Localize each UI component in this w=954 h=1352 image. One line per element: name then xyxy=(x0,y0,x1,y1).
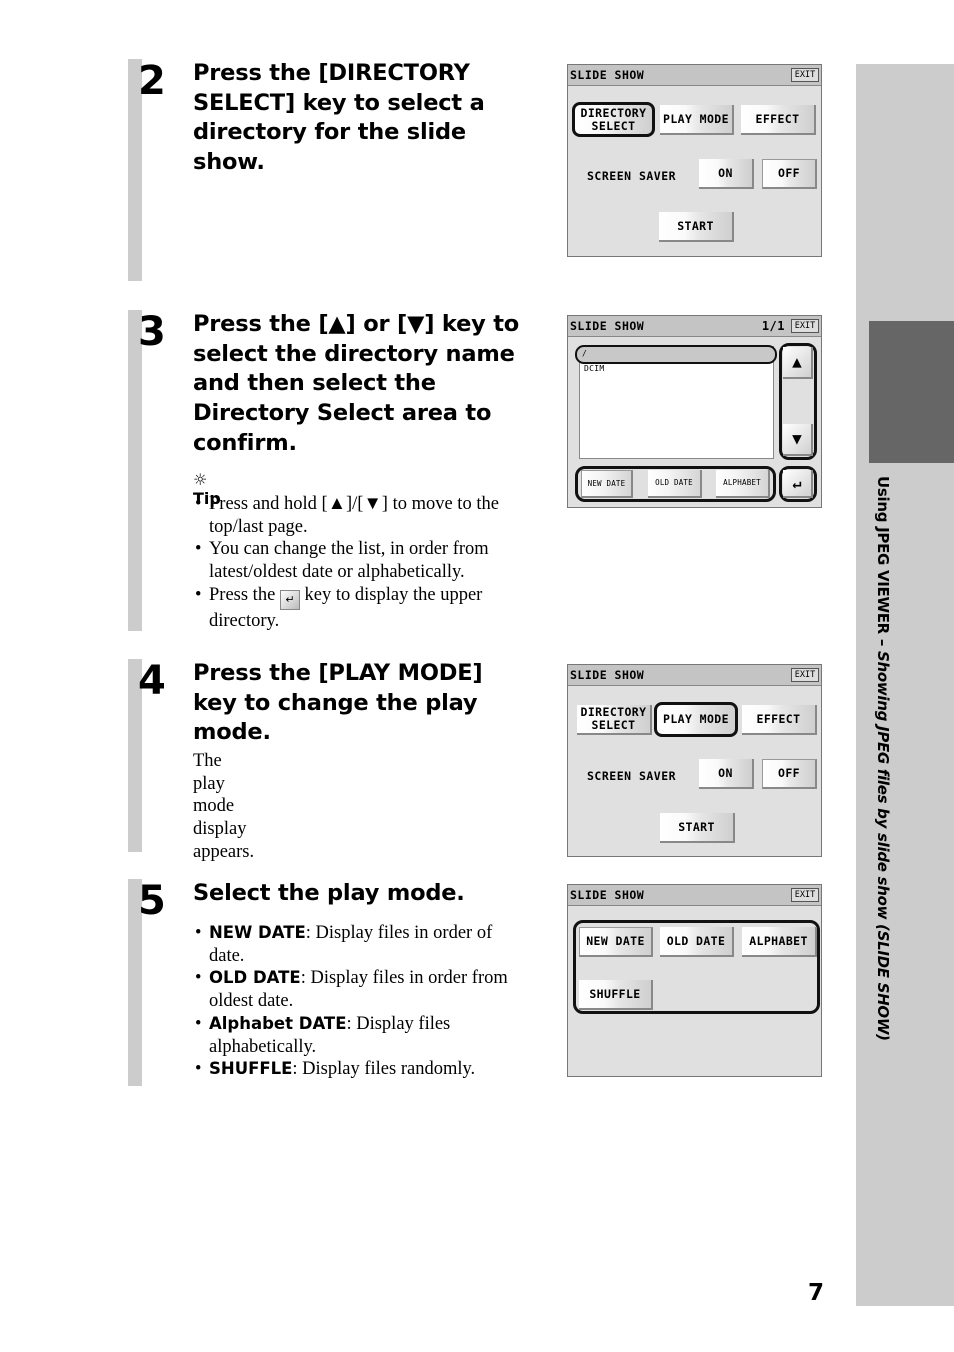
screen-saver-label: SCREEN SAVER xyxy=(587,769,677,783)
play-mode-button[interactable]: PLAY MODE xyxy=(654,702,738,737)
directory-row-dcim[interactable]: DCIM xyxy=(584,364,604,373)
running-header: Using JPEG VIEWER – Showing JPEG files b… xyxy=(868,476,892,1096)
play-mode-button[interactable]: PLAY MODE xyxy=(660,105,734,135)
step-number: 2 xyxy=(138,58,166,104)
step-number: 5 xyxy=(138,878,166,924)
tip-text: Press the xyxy=(209,584,280,605)
slide-show-screen-directory: SLIDE SHOW 1/1 EXIT DCIM / ▲ ▼ NEW DATE … xyxy=(567,315,822,508)
effect-button[interactable]: EFFECT xyxy=(741,105,816,135)
start-button[interactable]: START xyxy=(659,212,734,242)
directory-select-button[interactable]: DIRECTORY SELECT xyxy=(577,705,652,735)
old-date-button[interactable]: OLD DATE xyxy=(660,927,734,957)
alphabet-button[interactable]: ALPHABET xyxy=(742,927,817,957)
sort-alphabet-button[interactable]: ALPHABET xyxy=(716,470,770,498)
screen-saver-off-button[interactable]: OFF xyxy=(762,759,817,789)
page-number: 7 xyxy=(808,1280,825,1306)
step-number: 4 xyxy=(138,658,166,704)
play-mode-item: Alphabet DATE: Display files alphabetica… xyxy=(193,1013,523,1058)
term: Alphabet DATE xyxy=(209,1013,347,1033)
shuffle-button[interactable]: SHUFFLE xyxy=(579,980,653,1010)
upper-directory-button[interactable]: ↵ xyxy=(783,470,813,498)
slide-show-screen-play-mode-options: SLIDE SHOW EXIT NEW DATE OLD DATE ALPHAB… xyxy=(567,884,822,1077)
step-bar xyxy=(128,310,142,631)
step-title: Select the play mode. xyxy=(193,880,465,906)
tip-item: You can change the list, in order from l… xyxy=(193,538,523,583)
running-header-italic: Showing JPEG files by slide show (SLIDE … xyxy=(874,650,892,1041)
directory-select-button[interactable]: DIRECTORY SELECT xyxy=(572,102,655,137)
step-title: Press the [PLAY MODE] key to change the … xyxy=(193,660,483,746)
scroll-down-button[interactable]: ▼ xyxy=(783,424,813,456)
term: SHUFFLE xyxy=(209,1059,293,1079)
step-number: 3 xyxy=(138,309,166,355)
slide-show-screen-play-mode-selected: SLIDE SHOW EXIT DIRECTORY SELECT PLAY MO… xyxy=(567,664,822,857)
screen-title: SLIDE SHOW xyxy=(570,888,645,902)
play-mode-item: SHUFFLE: Display files randomly. xyxy=(193,1058,523,1081)
play-mode-item: NEW DATE: Display files in order of date… xyxy=(193,922,523,967)
page-indicator: 1/1 xyxy=(761,319,785,333)
term: NEW DATE xyxy=(209,923,306,942)
tip-item: Press and hold [▲]/[▼] to move to the to… xyxy=(193,493,523,538)
directory-row-root-selected[interactable]: / xyxy=(575,345,777,364)
exit-button[interactable]: EXIT xyxy=(791,888,819,902)
sort-new-date-button[interactable]: NEW DATE xyxy=(581,470,633,498)
screen-title-bar: SLIDE SHOW EXIT xyxy=(568,65,821,86)
running-header-bold: Using JPEG VIEWER – xyxy=(874,476,892,651)
tip-list: Press and hold [▲]/[▼] to move to the to… xyxy=(193,493,523,633)
exit-button[interactable]: EXIT xyxy=(791,68,819,82)
scroll-up-button[interactable]: ▲ xyxy=(783,347,813,379)
screen-title: SLIDE SHOW xyxy=(570,68,645,82)
step-body: The play mode display appears. xyxy=(193,751,255,862)
lightbulb-icon: ☼ xyxy=(193,470,208,489)
tip-item: Press the ↵ key to display the upper dir… xyxy=(193,584,523,633)
chapter-tab-marker xyxy=(869,321,954,463)
step-title: Press the [▲] or [▼] key to select the d… xyxy=(193,311,520,456)
screen-title-bar: SLIDE SHOW EXIT xyxy=(568,885,821,906)
start-button[interactable]: START xyxy=(660,813,735,843)
exit-button[interactable]: EXIT xyxy=(791,668,819,682)
exit-button[interactable]: EXIT xyxy=(791,319,819,333)
step-title: Press the [DIRECTORY SELECT] key to sele… xyxy=(193,60,485,176)
return-key-icon: ↵ xyxy=(279,589,300,610)
desc: : Display files randomly. xyxy=(292,1059,476,1080)
screen-title: SLIDE SHOW xyxy=(570,668,645,682)
screen-saver-on-button[interactable]: ON xyxy=(699,759,754,789)
new-date-button[interactable]: NEW DATE xyxy=(579,927,653,957)
screen-title: SLIDE SHOW xyxy=(570,319,645,333)
screen-saver-off-button[interactable]: OFF xyxy=(762,159,817,189)
play-mode-item: OLD DATE: Display files in order from ol… xyxy=(193,967,523,1012)
screen-saver-label: SCREEN SAVER xyxy=(587,169,677,183)
screen-title-bar: SLIDE SHOW EXIT xyxy=(568,665,821,686)
screen-saver-on-button[interactable]: ON xyxy=(699,159,754,189)
play-mode-list: NEW DATE: Display files in order of date… xyxy=(193,922,523,1081)
effect-button[interactable]: EFFECT xyxy=(742,705,817,735)
term: OLD DATE xyxy=(209,968,301,988)
slide-show-screen-main: SLIDE SHOW EXIT DIRECTORY SELECT PLAY MO… xyxy=(567,64,822,257)
sort-old-date-button[interactable]: OLD DATE xyxy=(648,470,702,498)
screen-title-bar: SLIDE SHOW 1/1 EXIT xyxy=(568,316,821,337)
